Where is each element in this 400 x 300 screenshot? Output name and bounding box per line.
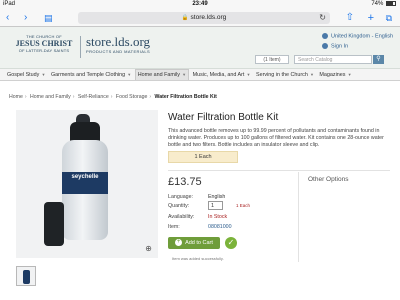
breadcrumb-current: Water Filtration Bottle Kit [154,94,217,100]
lock-icon: 🔒 [181,15,189,21]
breadcrumb: Home › Home and Family › Self-Reliance › Fo… [9,94,217,100]
main-nav: Gospel Study ▼ Garments and Temple Cloth… [0,69,400,81]
checkmark-icon: ✓ [225,237,237,249]
divider-vertical [298,172,299,262]
chevron-down-icon: ▼ [40,72,46,77]
globe-icon [322,33,328,39]
zoom-icon[interactable]: ⊕ [143,243,154,254]
clock: 23:49 [192,1,208,7]
nav-label: Home and Family [137,72,180,78]
breadcrumb-link[interactable]: Home and Family [30,94,71,100]
plus-icon: + [175,239,183,247]
quantity-input[interactable]: 1 [208,201,223,210]
nav-item-magazines[interactable]: Magazines ▼ [317,69,353,80]
address-bar[interactable]: 🔒 store.lds.org ↻ [78,12,330,24]
product-description: This advanced bottle removes up to 99.99… [168,128,384,149]
nav-item-music-media[interactable]: Music, Media, and Art ▼ [191,69,253,80]
product-image[interactable]: seychelle ⊕ [16,110,158,258]
availability-value: In Stock [208,214,228,220]
chevron-down-icon: ▼ [346,72,352,77]
bottle-label: seychelle [62,172,108,194]
url-text: store.lds.org [190,14,227,21]
divider [168,170,390,171]
language-label: Language: [168,194,194,200]
logo-bottom-text: OF LATTER-DAY SAINTS [18,48,70,53]
search-icon[interactable]: ⚲ [373,55,384,64]
logo-main-text: JESUS CHRIST [15,39,73,48]
tabs-icon[interactable]: ⧉ [386,12,392,24]
thumbnail-bottle [23,270,30,284]
search-input[interactable]: Search Catalog [294,55,372,64]
site-header: THE CHURCH OF JESUS CHRIST OF LATTER-DAY… [0,27,400,69]
nav-label: Serving in the Church [256,72,308,78]
filter-cartridge [44,202,64,246]
store-logo[interactable]: store.lds.org PRODUCTS AND MATERIALS [86,34,151,55]
battery-indicator: 74% [371,0,396,9]
product-price: £13.75 [168,176,202,188]
status-bar: iPad 23:49 74% [0,0,400,9]
availability-label: Availability: [168,214,195,220]
reload-icon[interactable]: ↻ [319,12,326,24]
chevron-down-icon: ▼ [245,72,251,77]
sign-in-link[interactable]: Sign In [322,43,348,49]
product-thumbnail[interactable] [16,266,36,286]
nav-label: Gospel Study [7,72,40,78]
other-options-link[interactable]: Other Options [308,176,348,183]
chevron-down-icon: ▼ [126,72,132,77]
breadcrumb-link[interactable]: Food Storage [116,94,147,100]
breadcrumb-separator: › [72,94,75,100]
breadcrumb-separator: › [110,94,113,100]
nav-item-gospel-study[interactable]: Gospel Study ▼ [5,69,47,80]
breadcrumb-link[interactable]: Home [9,94,23,100]
browser-toolbar: ‹ › ▤ 🔒 store.lds.org ↻ ⇧ + ⧉ [0,9,400,27]
product-title: Water Filtration Bottle Kit [168,112,279,123]
store-subtitle: PRODUCTS AND MATERIALS [86,49,151,54]
new-tab-icon[interactable]: + [368,12,374,24]
breadcrumb-separator: › [149,94,152,100]
region-label: United Kingdom - English [331,33,394,40]
forward-icon[interactable]: › [24,12,27,24]
added-message: Item was added successfully. [172,256,224,261]
back-icon[interactable]: ‹ [6,12,9,24]
share-icon[interactable]: ⇧ [346,12,354,24]
bookmarks-icon[interactable]: ▤ [44,12,53,24]
nav-label: Music, Media, and Art [192,72,245,78]
person-icon [322,43,328,49]
chevron-down-icon: ▼ [181,72,187,77]
language-value: English [208,194,226,200]
nav-item-garments[interactable]: Garments and Temple Clothing ▼ [49,69,133,80]
nav-item-serving[interactable]: Serving in the Church ▼ [254,69,316,80]
add-to-cart-button[interactable]: + Add to Cart [168,237,220,249]
add-to-cart-label: Add to Cart [185,240,213,246]
item-number[interactable]: 08081000 [208,224,232,230]
logo-divider [80,36,81,58]
nav-label: Magazines [319,72,346,78]
variant-option-button[interactable]: 1 Each [168,151,238,163]
store-title: store.lds.org [86,34,151,49]
sign-in-label: Sign In [331,43,349,50]
battery-icon [386,0,396,6]
chevron-down-icon: ▼ [308,72,314,77]
battery-percent: 74% [371,1,384,7]
quantity-label: Quantity: [168,203,190,209]
breadcrumb-separator: › [24,94,27,100]
quantity-unit: 1 Each [236,203,251,208]
nav-item-home-family[interactable]: Home and Family ▼ [134,69,190,80]
cart-button[interactable]: (1 Item) [255,55,289,64]
nav-label: Garments and Temple Clothing [50,72,126,78]
item-label: Item: [168,224,180,230]
breadcrumb-link[interactable]: Self-Reliance [78,94,109,100]
region-selector[interactable]: United Kingdom - English [322,33,393,39]
church-logo[interactable]: THE CHURCH OF JESUS CHRIST OF LATTER-DAY… [14,34,74,53]
